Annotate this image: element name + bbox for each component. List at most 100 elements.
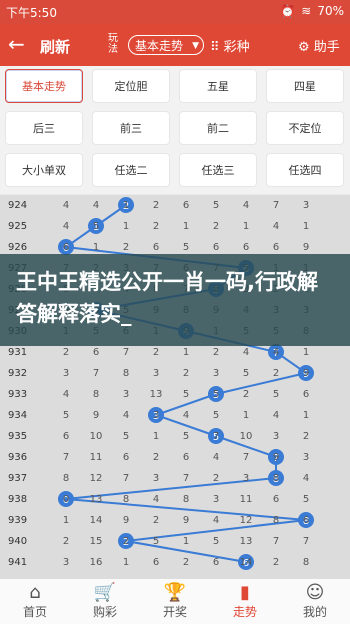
refresh-title[interactable]: 刷新 [40,36,70,57]
table-cell: 11 [239,494,253,505]
table-cell: 6 [302,515,310,526]
alarm-icon: ⏰ [280,4,296,18]
tab-label: 走势 [232,605,257,619]
play-mode-button[interactable]: 后三 [5,111,83,145]
play-mode-button[interactable]: 不定位 [266,111,344,145]
tab-item[interactable]: 🏆 开奖 [145,583,205,620]
table-cell: 14 [89,515,103,526]
tab-item[interactable]: ▮ 走势 [215,583,275,620]
table-cell: 2 [152,347,160,358]
table-cell: 9 [182,515,190,526]
play-mode-button[interactable]: 四星 [266,69,344,103]
bottom-tab-bar: ⌂ 首页 🛒 购彩 🏆 开奖 ▮ 走势 ☺ 我的 [0,578,350,624]
table-cell: 2 [302,431,310,442]
table-cell: 5 [302,494,310,505]
table-cell: 3 [302,452,310,463]
table-cell: 2 [152,200,160,211]
table-cell: 2 [62,536,70,547]
play-mode-button[interactable]: 前二 [179,111,257,145]
play-mode-button[interactable]: 任选二 [92,153,170,187]
table-cell: 6 [272,242,280,253]
lottery-type-button[interactable]: ⠿ 彩种 [210,36,250,55]
table-cell: 4 [122,410,130,421]
status-bar: 下午5:50 ⏰ ≋ 70% [0,0,350,24]
table-cell: 11 [89,452,103,463]
tab-item[interactable]: ⌂ 首页 [5,583,65,620]
table-cell: 6 [272,494,280,505]
table-cell: 7 [302,536,310,547]
tab-item[interactable]: 🛒 购彩 [75,583,135,620]
table-row: 940 2 15 2 5 1 5 13 7 7 [0,533,350,552]
period-number: 940 [8,536,28,547]
table-cell: 2 [212,347,220,358]
play-mode-button[interactable]: 定位胆 [92,69,170,103]
play-mode-button[interactable]: 前三 [92,111,170,145]
table-cell: 5 [212,536,220,547]
table-cell: 3 [152,410,160,421]
helper-button[interactable]: ⚙ 助手 [298,36,340,55]
table-cell: 13 [239,536,253,547]
period-number: 938 [8,494,28,505]
promo-banner[interactable]: 王中王精选公开一肖一码,行政解答解释落实_ [0,254,350,346]
play-mode-button[interactable]: 任选四 [266,153,344,187]
table-cell: 8 [302,557,310,568]
table-cell: 1 [242,410,250,421]
table-cell: 1 [122,221,130,232]
table-row: 925 4 5 1 2 1 2 1 4 1 [0,218,350,237]
banner-text: 王中王精选公开一肖一码,行政解答解释落实_ [16,270,318,326]
table-row: 932 3 7 8 3 2 3 5 2 9 [0,365,350,384]
tab-label: 首页 [22,605,47,619]
table-cell: 8 [122,368,130,379]
table-cell: 7 [272,536,280,547]
table-cell: 12 [89,473,103,484]
period-number: 924 [8,200,28,211]
table-cell: 3 [62,557,70,568]
table-row: 934 5 9 4 3 4 5 1 4 1 [0,407,350,426]
table-cell: 4 [212,515,220,526]
table-cell: 3 [62,368,70,379]
table-row: 936 7 11 6 2 6 4 7 9 3 [0,449,350,468]
table-cell: 6 [152,557,160,568]
play-mode-button[interactable]: 大小单双 [5,153,83,187]
chevron-down-icon: ▼ [192,41,199,51]
table-cell: 8 [182,494,190,505]
period-number: 925 [8,221,28,232]
play-mode-button[interactable]: 五星 [179,69,257,103]
trend-type-select[interactable]: 基本走势 ▼ [128,35,204,55]
table-cell: 4 [62,221,70,232]
table-cell: 4 [272,410,280,421]
play-mode-button[interactable]: 基本走势 [5,69,83,103]
table-cell: 5 [152,536,160,547]
tab-item[interactable]: ☺ 我的 [285,583,345,620]
period-number: 926 [8,242,28,253]
table-cell: 9 [302,368,310,379]
table-cell: 2 [122,536,130,547]
table-cell: 8 [62,473,70,484]
table-cell: 5 [242,368,250,379]
table-cell: 15 [89,536,103,547]
play-mode-button[interactable]: 任选三 [179,153,257,187]
table-cell: 5 [182,389,190,400]
period-number: 941 [8,557,28,568]
table-cell: 8 [92,389,100,400]
table-cell: 1 [122,557,130,568]
back-arrow-icon[interactable]: ← [8,34,25,54]
table-cell: 7 [92,368,100,379]
table-cell: 2 [242,389,250,400]
table-cell: 0 [62,494,70,505]
lottery-type-label: 彩种 [223,40,250,55]
table-cell: 3 [302,200,310,211]
table-cell: 6 [62,431,70,442]
period-number: 932 [8,368,28,379]
table-cell: 1 [182,347,190,358]
table-cell: 2 [182,557,190,568]
table-cell: 4 [152,494,160,505]
table-cell: 8 [272,473,280,484]
table-cell: 4 [62,200,70,211]
table-row: 941 3 16 1 6 2 6 14 2 8 [0,554,350,573]
tab-label: 购彩 [92,605,117,619]
table-cell: 9 [302,242,310,253]
table-cell: 6 [62,242,70,253]
table-cell: 3 [272,431,280,442]
table-cell: 5 [212,200,220,211]
